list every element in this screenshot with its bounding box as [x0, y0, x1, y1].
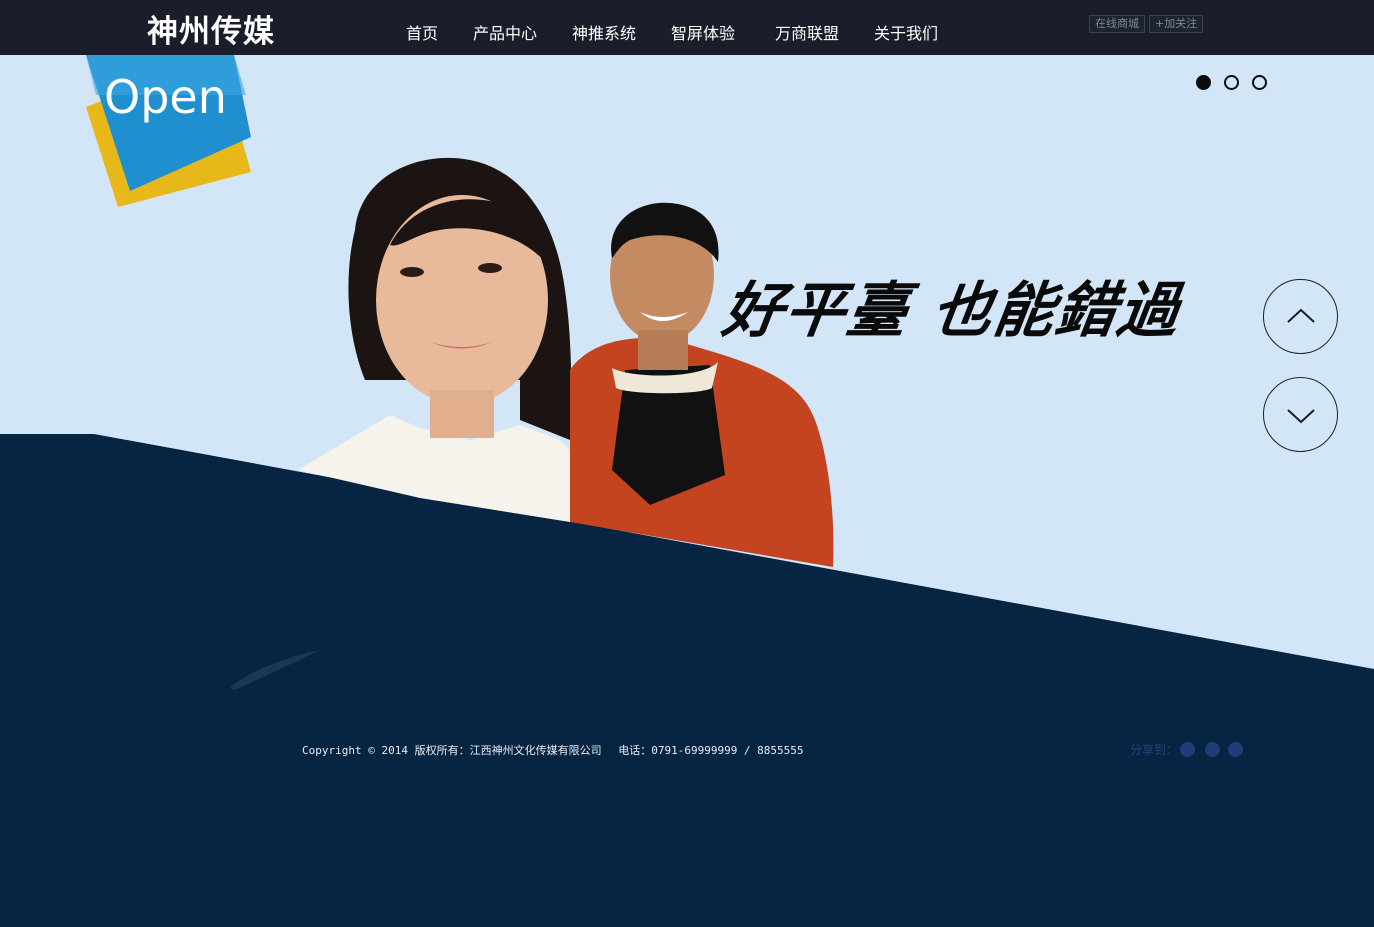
chevron-down-icon	[1287, 409, 1315, 424]
share-bar: 分享到：	[1130, 741, 1243, 758]
woman-figure	[298, 157, 572, 522]
open-badge-text: Open	[104, 70, 227, 124]
qzone-icon[interactable]	[1228, 742, 1243, 757]
nav-item-push-system[interactable]: 神推系统	[572, 20, 636, 44]
nav-item-products[interactable]: 产品中心	[473, 20, 537, 44]
weibo-icon[interactable]	[1205, 742, 1220, 757]
hero-slogan: 好平臺 也能錯過	[718, 276, 1186, 346]
share-label: 分享到：	[1130, 743, 1179, 757]
scroll-down-button[interactable]	[1263, 377, 1338, 452]
wechat-icon[interactable]	[1180, 742, 1195, 757]
scroll-up-button[interactable]	[1263, 279, 1338, 354]
top-nav-bar: 神州传媒 首页 产品中心 神推系统 智屏体验 万商联盟 关于我们 在线商城 +加…	[0, 0, 1374, 55]
site-logo[interactable]: 神州传媒	[147, 6, 275, 51]
copyright-text: Copyright © 2014 版权所有：江西神州文化传媒有限公司	[302, 744, 602, 757]
nav-item-smart-screen[interactable]: 智屏体验	[671, 20, 735, 44]
nav-item-about[interactable]: 关于我们	[874, 20, 938, 44]
footer-info: Copyright © 2014 版权所有：江西神州文化传媒有限公司 电话：07…	[302, 742, 814, 758]
nav-item-home[interactable]: 首页	[406, 20, 438, 44]
follow-button[interactable]: +加关注	[1149, 15, 1204, 33]
nav-item-merchant-alliance[interactable]: 万商联盟	[775, 20, 839, 44]
hero-people-image	[230, 157, 834, 690]
phone-text: 电话：0791-69999999 / 8855555	[618, 744, 804, 757]
chevron-up-icon	[1287, 308, 1315, 323]
man-figure	[570, 202, 834, 567]
online-shop-button[interactable]: 在线商城	[1089, 15, 1145, 33]
